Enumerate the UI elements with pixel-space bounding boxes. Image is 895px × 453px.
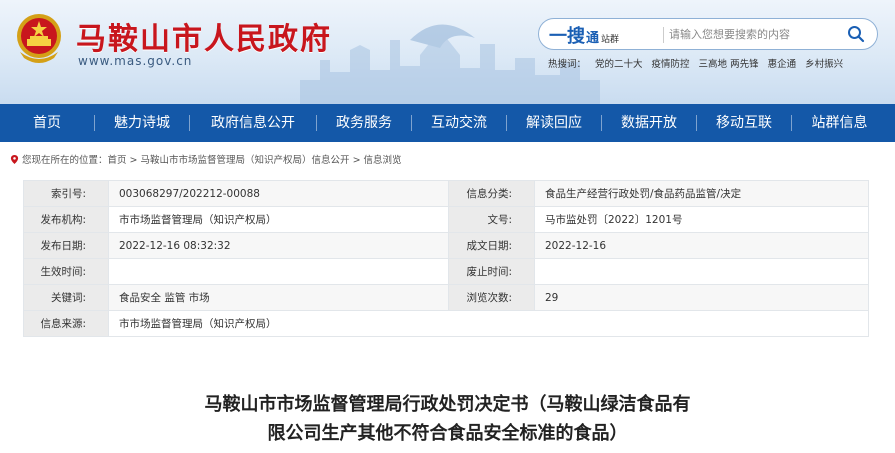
national-emblem-icon (17, 14, 61, 63)
document-title: 马鞍山市市场监督管理局行政处罚决定书（马鞍山绿洁食品有 限公司生产其他不符合食品… (150, 390, 745, 448)
info-value: 003068297/202212-00088 (108, 180, 449, 207)
info-value: 2022-12-16 08:32:32 (108, 232, 449, 259)
breadcrumb-home[interactable]: 首页 (108, 155, 127, 166)
info-key: 浏览次数: (448, 284, 535, 311)
breadcrumb-prefix: 您现在所在的位置： (22, 155, 108, 166)
info-value (534, 258, 869, 285)
nav-item-mobile[interactable]: 移动互联 (697, 104, 791, 142)
location-icon (10, 155, 19, 164)
info-key: 索引号: (23, 180, 109, 207)
nav-item-gov-service[interactable]: 政务服务 (317, 104, 411, 142)
search-box: 一搜通 站群 (538, 18, 878, 50)
breadcrumb: 您现在所在的位置：首页 > 马鞍山市市场监督管理局（知识产权局）信息公开 > 信… (10, 152, 402, 166)
breadcrumb-bureau[interactable]: 马鞍山市市场监督管理局（知识产权局）信息公开 (141, 155, 350, 166)
hot-word[interactable]: 乡村振兴 (805, 59, 843, 70)
info-value: 马市监处罚〔2022〕1201号 (534, 206, 869, 233)
breadcrumb-sep: > (126, 155, 141, 166)
search-brand-tong: 通 (586, 31, 600, 46)
nav-item-site-group[interactable]: 站群信息 (792, 104, 887, 142)
nav-item-interpretation[interactable]: 解读回应 (507, 104, 601, 142)
search-input[interactable] (669, 24, 839, 44)
search-scope-label[interactable]: 站群 (601, 35, 619, 45)
table-row: 信息来源: 市市场监督管理局（知识产权局） (23, 310, 869, 337)
site-title[interactable]: 马鞍山市人民政府 (76, 14, 332, 58)
search-divider (663, 27, 664, 43)
document-title-line: 马鞍山市市场监督管理局行政处罚决定书（马鞍山绿洁食品有 (204, 394, 691, 415)
info-key: 生效时间: (23, 258, 109, 285)
hot-word[interactable]: 疫情防控 (652, 59, 690, 70)
search-brand-main: 一搜 (549, 26, 585, 47)
site-url: www.mas.gov.cn (78, 54, 193, 68)
info-key: 文号: (448, 206, 535, 233)
hot-word[interactable]: 三高地 两先锋 (699, 59, 759, 70)
info-value: 食品生产经营行政处罚/食品药品监管/决定 (534, 180, 869, 207)
info-key: 发布机构: (23, 206, 109, 233)
info-value: 29 (534, 284, 869, 311)
table-row: 关键词: 食品安全 监管 市场 浏览次数: 29 (23, 284, 869, 311)
hot-words: 热搜词： 党的二十大 疫情防控 三高地 两先锋 惠企通 乡村振兴 (548, 56, 852, 70)
hot-word[interactable]: 惠企通 (768, 59, 797, 70)
skyline-decoration (300, 24, 600, 104)
table-row: 生效时间: 废止时间: (23, 258, 869, 285)
table-row: 发布日期: 2022-12-16 08:32:32 成文日期: 2022-12-… (23, 232, 869, 259)
nav-item-interaction[interactable]: 互动交流 (412, 104, 506, 142)
info-value (108, 258, 449, 285)
breadcrumb-current: 信息浏览 (363, 155, 402, 166)
info-value: 市市场监督管理局（知识产权局） (108, 206, 449, 233)
nav-item-gov-info[interactable]: 政府信息公开 (190, 104, 316, 142)
document-title-line: 限公司生产其他不符合食品安全标准的食品） (267, 423, 628, 444)
nav-item-open-data[interactable]: 数据开放 (602, 104, 696, 142)
hot-words-label: 热搜词： (548, 59, 587, 70)
table-row: 索引号: 003068297/202212-00088 信息分类: 食品生产经营… (23, 180, 869, 207)
main-nav: 首页 魅力诗城 政府信息公开 政务服务 互动交流 解读回应 数据开放 移动互联 … (0, 104, 895, 142)
info-table: 索引号: 003068297/202212-00088 信息分类: 食品生产经营… (23, 180, 869, 337)
hot-word[interactable]: 党的二十大 (595, 59, 643, 70)
nav-item-home[interactable]: 首页 (0, 104, 94, 142)
info-key: 信息分类: (448, 180, 535, 207)
breadcrumb-sep: > (349, 155, 364, 166)
info-value: 食品安全 监管 市场 (108, 284, 449, 311)
info-value: 市市场监督管理局（知识产权局） (108, 310, 869, 337)
nav-item-charm-city[interactable]: 魅力诗城 (95, 104, 189, 142)
info-value: 2022-12-16 (534, 232, 869, 259)
search-brand: 一搜通 站群 (549, 22, 619, 48)
info-key: 废止时间: (448, 258, 535, 285)
info-key: 发布日期: (23, 232, 109, 259)
info-key: 成文日期: (448, 232, 535, 259)
info-key: 信息来源: (23, 310, 109, 337)
site-header: 马鞍山市人民政府 www.mas.gov.cn 一搜通站群 热搜词： 党的二十大疫… (0, 0, 895, 104)
table-row: 发布机构: 市市场监督管理局（知识产权局） 文号: 马市监处罚〔2022〕120… (23, 206, 869, 233)
search-icon[interactable] (847, 25, 865, 43)
info-key: 关键词: (23, 284, 109, 311)
